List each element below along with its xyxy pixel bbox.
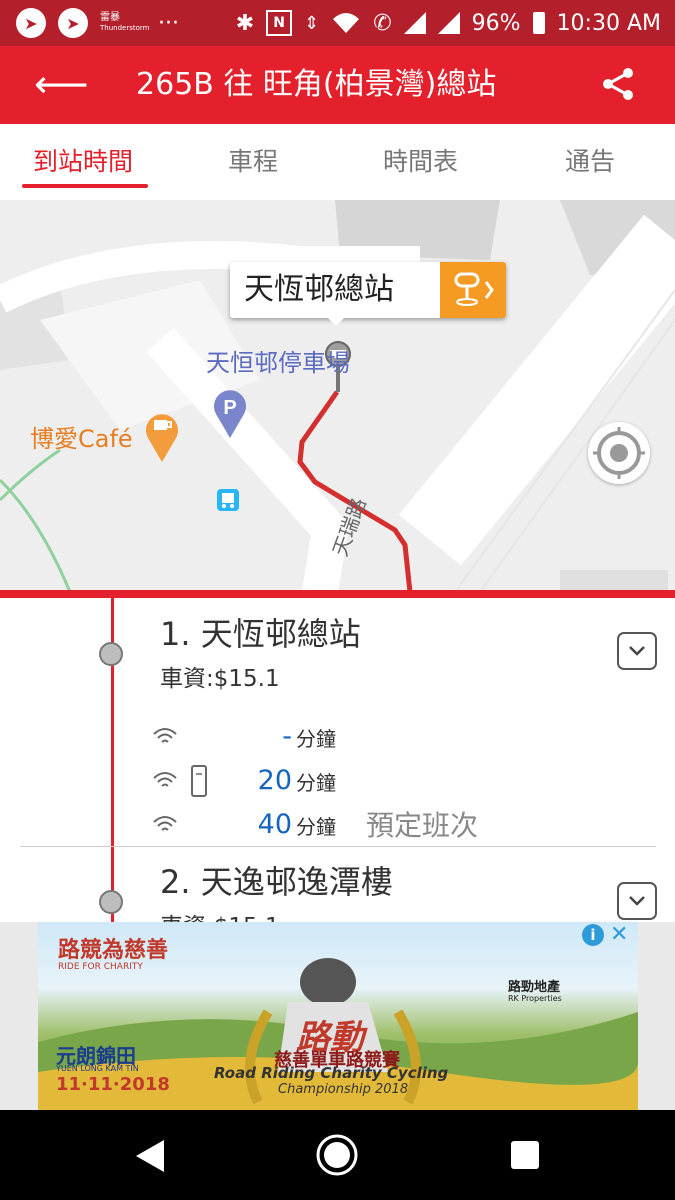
locate-target-icon [593, 427, 645, 479]
map-bottom-border [0, 590, 675, 598]
stop-node [99, 642, 123, 666]
tab-journey[interactable]: 車程 [228, 146, 278, 178]
expand-stop-button[interactable] [617, 632, 657, 670]
tab-bar: 到站時間 車程 時間表 通告 [0, 124, 675, 200]
bluetooth-icon: ✱ [235, 10, 255, 36]
more-notifications-indicator: ··· [158, 10, 179, 36]
eta-minutes: 40 [257, 809, 292, 840]
ad-image[interactable]: 路競為慈善 RIDE FOR CHARITY 元朗錦田 YUEN LONG KA… [38, 922, 638, 1110]
nfc-icon: N [266, 10, 293, 36]
expand-stop-button[interactable] [617, 882, 657, 920]
realtime-wifi-icon [153, 728, 177, 743]
ad-date: 11·11·2018 [56, 1074, 170, 1095]
my-location-button[interactable] [588, 422, 650, 484]
eta-unit: 分鐘 [296, 771, 336, 795]
callout-pointer [326, 316, 346, 326]
telegram-icon: ➤ [58, 8, 88, 38]
svg-text:P: P [223, 397, 236, 419]
eta-unit: 分鐘 [296, 727, 336, 751]
clock: 10:30 AM [556, 10, 661, 36]
volte-call-icon: ✆ [373, 10, 392, 36]
app-bar: ⟵ 265B 往 旺角(柏景灣)總站 [0, 46, 675, 124]
thunderstorm-brand-icon: 雷暴 Thunderstorm [100, 12, 150, 33]
realtime-wifi-icon [153, 772, 177, 787]
tab-notices[interactable]: 通告 [565, 146, 615, 178]
ad-headline: 路競為慈善 [58, 938, 169, 963]
eta-minutes: 20 [257, 765, 292, 796]
bus-capacity-icon [191, 765, 207, 797]
ad-banner[interactable]: 路競為慈善 RIDE FOR CHARITY 元朗錦田 YUEN LONG KA… [0, 922, 675, 1110]
ad-location-en: YUEN LONG KAM TIN [56, 1064, 139, 1073]
bus-station-icon[interactable] [216, 488, 240, 512]
stop-divider [20, 846, 656, 847]
battery-icon [532, 12, 545, 34]
eta-unit: 分鐘 [296, 815, 336, 839]
map-label-parking: 天恒邨停車場 [206, 349, 350, 377]
bus-stop-navigate-icon [454, 272, 494, 306]
ad-event-en: Road Riding Charity Cycling [214, 1064, 449, 1082]
back-arrow-icon[interactable]: ⟵ [34, 62, 88, 106]
chevron-down-icon [629, 896, 645, 906]
cafe-pin-icon[interactable] [144, 408, 180, 462]
callout-navigate-button[interactable] [440, 262, 506, 318]
cell-signal-icon-2 [437, 12, 460, 34]
eta-minutes: - [282, 721, 292, 752]
stop-callout[interactable]: 天恆邨總站 [230, 262, 506, 318]
active-tab-indicator [22, 184, 148, 188]
ad-close-icon[interactable]: ✕ [610, 922, 628, 948]
status-bar: ➤ ➤ 雷暴 Thunderstorm ··· ✱ N ⇕ ✆ 96% 10:3… [0, 0, 675, 46]
ad-event-en-2: Championship 2018 [278, 1082, 409, 1097]
stop-list[interactable]: 1. 天恆邨總站 車資:$15.1 - 分鐘 20 分鐘 40 分鐘 2. 天逸… [0, 598, 675, 922]
ad-headline-en: RIDE FOR CHARITY [58, 962, 143, 972]
data-transfer-icon: ⇕ [304, 12, 320, 34]
stop-fare: 車資:$15.1 [160, 666, 280, 692]
wifi-icon [333, 13, 360, 33]
system-nav-bar [0, 1110, 675, 1200]
stop-name[interactable]: 1. 天恆邨總站 [160, 614, 361, 654]
realtime-wifi-icon [153, 816, 177, 831]
route-map[interactable]: 天恒邨停車場 P 博愛Café 天瑞路 Google [0, 200, 675, 592]
stop-node [99, 890, 123, 914]
ad-info-icon[interactable]: i [582, 924, 604, 946]
scheduled-trip-label: 預定班次 [366, 809, 479, 842]
battery-percent: 96% [471, 10, 521, 36]
nav-back-icon[interactable] [130, 1136, 170, 1176]
route-title: 265B 往 旺角(柏景灣)總站 [136, 67, 497, 102]
eta-row: 20 分鐘 [150, 764, 530, 798]
eta-row: - 分鐘 [150, 720, 530, 754]
parking-pin-icon[interactable]: P [212, 386, 248, 438]
tab-timetable[interactable]: 時間表 [383, 146, 458, 178]
stop-name[interactable]: 2. 天逸邨逸潭樓 [160, 862, 393, 902]
share-icon[interactable] [598, 64, 638, 104]
ad-sponsor-en: RK Properties [508, 994, 562, 1003]
ad-sponsor: 路勁地產 [508, 980, 561, 995]
cell-signal-icon [403, 12, 426, 34]
callout-stop-name: 天恆邨總站 [244, 272, 394, 307]
nav-home-icon[interactable] [314, 1132, 360, 1178]
nav-recents-icon[interactable] [508, 1138, 542, 1172]
tab-arrival-time[interactable]: 到站時間 [33, 146, 133, 178]
map-label-cafe: 博愛Café [30, 425, 133, 453]
chevron-down-icon [629, 646, 645, 656]
telegram-icon: ➤ [16, 8, 46, 38]
stop-fare: 車資:$15.1 [160, 912, 280, 922]
